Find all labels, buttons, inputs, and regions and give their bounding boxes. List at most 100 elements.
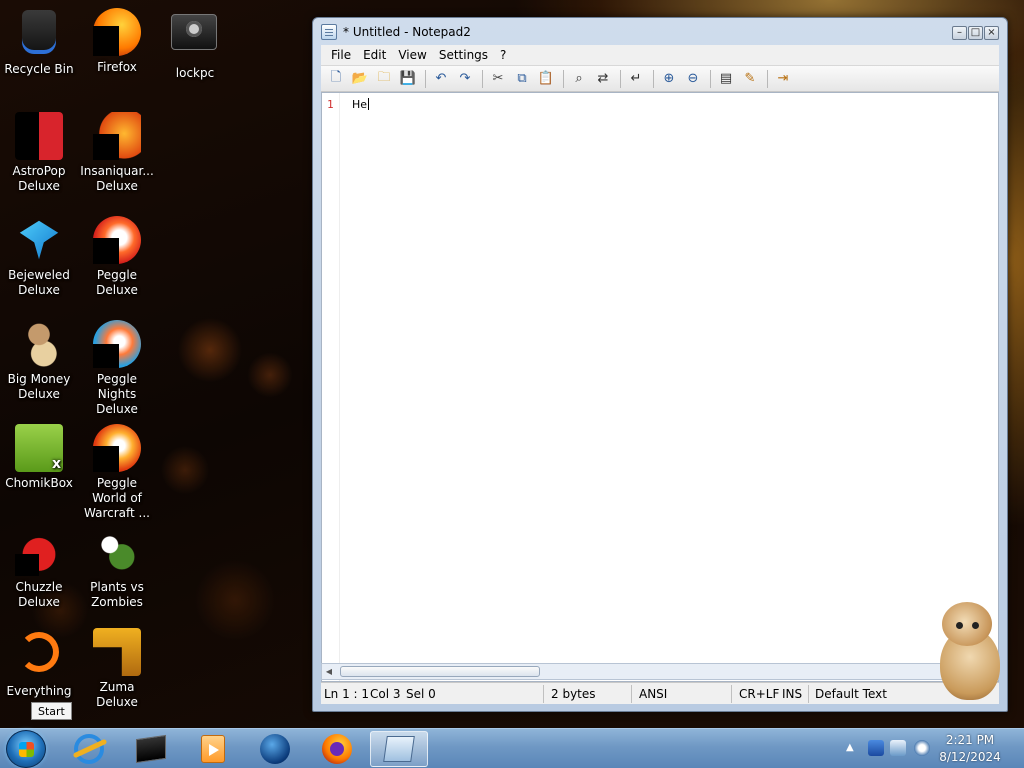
desktop-icon-label: Firefox: [97, 60, 137, 74]
text-caret: [368, 98, 370, 110]
redo-icon[interactable]: ↷: [454, 68, 476, 90]
customize-scheme-icon[interactable]: ✎: [739, 68, 761, 90]
globe-icon: [260, 734, 290, 764]
menu-settings[interactable]: Settings: [433, 48, 494, 62]
desktop-icon-label: Big Money Deluxe: [7, 372, 71, 401]
desktop-icon-bejeweled[interactable]: Bejeweled Deluxe: [0, 216, 78, 298]
save-icon[interactable]: 💾: [397, 68, 419, 90]
status-encoding[interactable]: ANSI: [639, 687, 667, 701]
menu-help[interactable]: ?: [494, 48, 512, 62]
desktop-icon-zuma[interactable]: Zuma Deluxe: [78, 628, 156, 710]
peggle-icon: [93, 216, 141, 264]
scheme-icon[interactable]: ▤: [715, 68, 737, 90]
media-player-icon: [201, 735, 225, 763]
start-button[interactable]: [6, 730, 46, 768]
window-controls: – □ ×: [952, 26, 999, 40]
desktop-icon-plants-vs-zombies[interactable]: Plants vs Zombies: [78, 528, 156, 610]
line-number: 1: [327, 98, 334, 111]
scroll-left-icon[interactable]: ◀: [322, 664, 336, 679]
new-icon[interactable]: 🗋: [325, 68, 347, 90]
desktop-icon-label: AstroPop Deluxe: [12, 164, 66, 193]
desktop-icon-label: Bejeweled Deluxe: [8, 268, 70, 297]
desktop-icon-insaniquarium[interactable]: Insaniquar... Deluxe: [78, 112, 156, 194]
taskbar-firefox[interactable]: [308, 731, 366, 767]
taskbar: ▲ 2:21 PM 8/12/2024: [0, 728, 1024, 768]
scrollbar-thumb[interactable]: [340, 666, 540, 677]
peggle-wow-icon: [93, 424, 141, 472]
start-tooltip: Start: [31, 702, 72, 720]
desktop-icon-lockpc[interactable]: lockpc: [156, 8, 234, 81]
chuzzle-icon: [15, 528, 63, 576]
word-wrap-icon[interactable]: ↵: [625, 68, 647, 90]
desktop-icon-recycle-bin[interactable]: Recycle Bin: [0, 8, 78, 77]
desktop-icon-big-money[interactable]: Big Money Deluxe: [0, 320, 78, 402]
desktop-icon-chomikbox[interactable]: ChomikBox: [0, 424, 78, 491]
cut-icon[interactable]: ✂: [487, 68, 509, 90]
desktop-icon-peggle-nights[interactable]: Peggle Nights Deluxe: [78, 320, 156, 417]
taskbar-globe[interactable]: [246, 731, 304, 767]
desktop-icon-peggle-wow[interactable]: Peggle World of Warcraft ...: [78, 424, 156, 521]
hamster-gadget[interactable]: [930, 598, 1010, 708]
zuma-icon: [93, 628, 141, 676]
clock[interactable]: 2:21 PM 8/12/2024: [920, 732, 1020, 766]
find-icon[interactable]: ⌕: [568, 68, 590, 90]
desktop-icon-label: Plants vs Zombies: [90, 580, 144, 609]
network-icon[interactable]: [890, 740, 906, 756]
notepad2-app-icon[interactable]: [321, 24, 337, 40]
clock-time: 2:21 PM: [945, 733, 995, 747]
menu-file[interactable]: File: [325, 48, 357, 62]
title-bar[interactable]: * Untitled - Notepad2 – □ ×: [313, 18, 1007, 46]
taskbar-command-prompt[interactable]: [122, 731, 180, 767]
desktop-icon-firefox[interactable]: Firefox: [78, 8, 156, 75]
show-hidden-icons-icon[interactable]: ▲: [846, 742, 854, 753]
insaniquarium-icon: [93, 112, 141, 160]
notepad2-icon: [383, 736, 415, 762]
status-bar: Ln 1 : 1 Col 3 Sel 0 2 bytes ANSI CR+LF …: [321, 682, 999, 704]
editor-text: He: [352, 98, 368, 111]
desktop-icon-label: Everything: [6, 684, 72, 698]
desktop-icon-label: Peggle World of Warcraft ...: [84, 476, 150, 520]
horizontal-scrollbar[interactable]: ◀: [321, 663, 999, 680]
desktop-icon-astropop[interactable]: AstroPop Deluxe: [0, 112, 78, 194]
undo-icon[interactable]: ↶: [430, 68, 452, 90]
copy-icon[interactable]: ⧉: [511, 68, 533, 90]
desktop-icon-label: Insaniquar... Deluxe: [80, 164, 154, 193]
toolbar-separator: [425, 69, 426, 88]
toolbar-separator: [767, 69, 768, 88]
paste-icon[interactable]: 📋: [535, 68, 557, 90]
editor-line[interactable]: He: [352, 98, 370, 111]
open-icon[interactable]: 📂: [349, 68, 371, 90]
recycle-bin-icon: [15, 10, 63, 58]
status-insert-mode: INS: [782, 687, 803, 701]
desktop-icon-chuzzle[interactable]: Chuzzle Deluxe: [0, 528, 78, 610]
status-divider: [631, 685, 632, 703]
zoom-out-icon[interactable]: ⊖: [682, 68, 704, 90]
zoom-in-icon[interactable]: ⊕: [658, 68, 680, 90]
peggle-nights-icon: [93, 320, 141, 368]
desktop-icon-label: lockpc: [175, 66, 215, 80]
toolbar-separator: [653, 69, 654, 88]
close-button[interactable]: ×: [984, 26, 999, 40]
status-scheme[interactable]: Default Text: [815, 687, 887, 701]
menu-edit[interactable]: Edit: [357, 48, 392, 62]
everything-icon: [15, 632, 63, 680]
shield-icon[interactable]: [868, 740, 884, 756]
exit-icon[interactable]: ⇥: [772, 68, 794, 90]
minimize-button[interactable]: –: [952, 26, 967, 40]
desktop-icon-everything[interactable]: Everything: [0, 628, 78, 699]
status-size: 2 bytes: [551, 687, 596, 701]
taskbar-internet-explorer[interactable]: [60, 731, 118, 767]
desktop-icon-peggle[interactable]: Peggle Deluxe: [78, 216, 156, 298]
toolbar-separator: [482, 69, 483, 88]
line-number-gutter: 1: [322, 93, 340, 681]
taskbar-media-player[interactable]: [184, 731, 242, 767]
maximize-button[interactable]: □: [968, 26, 983, 40]
menu-view[interactable]: View: [392, 48, 432, 62]
text-editor[interactable]: 1 He: [321, 92, 999, 682]
status-column: Col 3: [370, 687, 401, 701]
replace-icon[interactable]: ⇄: [592, 68, 614, 90]
status-line-endings[interactable]: CR+LF: [739, 687, 779, 701]
browse-icon[interactable]: 🗀: [373, 68, 395, 90]
internet-explorer-icon: [74, 734, 104, 764]
taskbar-notepad2[interactable]: [370, 731, 428, 767]
